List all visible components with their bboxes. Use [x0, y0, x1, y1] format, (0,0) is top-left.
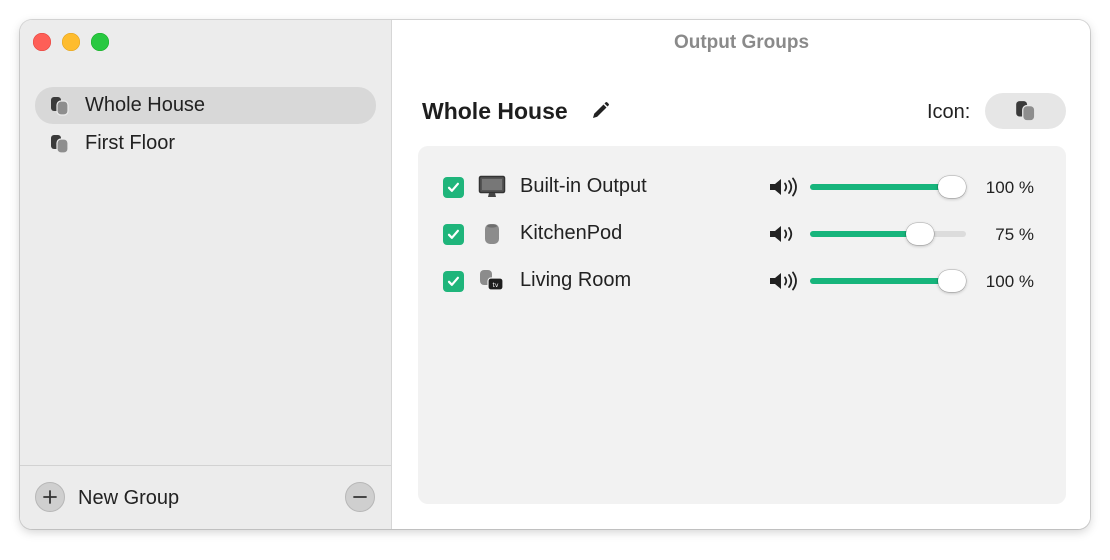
- detail-pane: Output Groups Whole House Icon: Built-in…: [393, 20, 1090, 529]
- minimize-window-button[interactable]: [62, 33, 80, 51]
- slider-knob[interactable]: [938, 176, 966, 198]
- checkmark-icon: [447, 182, 459, 192]
- speaker-volume-icon: [768, 176, 800, 198]
- sidebar-footer: New Group: [20, 465, 391, 529]
- slider-fill: [810, 184, 952, 190]
- homepod-group-icon: [49, 133, 71, 155]
- group-name-title: Whole House: [422, 98, 568, 124]
- volume-percentage: 75 %: [995, 225, 1034, 244]
- volume-slider[interactable]: [810, 222, 966, 246]
- output-name: Built-in Output: [520, 175, 647, 197]
- slider-fill: [810, 231, 920, 237]
- volume-slider[interactable]: [810, 175, 966, 199]
- speaker-volume-icon: [768, 223, 800, 245]
- group-item-label: Whole House: [85, 94, 206, 116]
- slider-knob[interactable]: [906, 223, 934, 245]
- group-list: Whole House First Floor: [35, 87, 376, 163]
- close-window-button[interactable]: [33, 33, 51, 51]
- sidebar: Whole House First Floor New Group: [20, 20, 392, 529]
- volume-percentage: 100 %: [985, 178, 1034, 197]
- minus-icon: [353, 496, 367, 498]
- window-title: Output Groups: [673, 32, 810, 53]
- homepod-appletv-icon: tv: [478, 268, 506, 294]
- output-name: KitchenPod: [520, 222, 623, 244]
- plus-icon: [43, 490, 57, 504]
- window-controls: [33, 33, 109, 51]
- group-item-label: First Floor: [85, 132, 175, 154]
- new-group-label[interactable]: New Group: [78, 487, 179, 510]
- icon-label: Icon:: [927, 101, 971, 123]
- outputs-list: Built-in Output 100 % KitchenPod 75 % tv…: [418, 146, 1066, 504]
- output-row: Built-in Output 100 %: [418, 172, 1066, 202]
- volume-slider[interactable]: [810, 269, 966, 293]
- homepod-group-icon: [1015, 101, 1035, 122]
- volume-percentage: 100 %: [985, 272, 1034, 291]
- slider-fill: [810, 278, 952, 284]
- group-item-whole-house[interactable]: Whole House: [35, 87, 376, 124]
- remove-group-button[interactable]: [345, 482, 375, 512]
- output-enabled-checkbox[interactable]: [443, 271, 464, 292]
- output-name: Living Room: [520, 269, 632, 291]
- icon-picker-button[interactable]: [985, 93, 1066, 129]
- checkmark-icon: [447, 276, 459, 286]
- group-item-first-floor[interactable]: First Floor: [35, 125, 376, 162]
- output-row: tv Living Room 100 %: [418, 266, 1066, 296]
- output-enabled-checkbox[interactable]: [443, 177, 464, 198]
- add-group-button[interactable]: [35, 482, 65, 512]
- homepod-group-icon: [49, 95, 71, 117]
- monitor-icon: [478, 174, 506, 200]
- speaker-volume-icon: [768, 270, 800, 292]
- output-row: KitchenPod 75 %: [418, 219, 1066, 249]
- rename-group-button[interactable]: [589, 100, 611, 122]
- zoom-window-button[interactable]: [91, 33, 109, 51]
- pencil-icon: [593, 102, 609, 118]
- homepod-icon: [478, 221, 506, 247]
- checkmark-icon: [447, 229, 459, 239]
- output-groups-window: Whole House First Floor New Group Output…: [20, 20, 1090, 529]
- slider-knob[interactable]: [938, 270, 966, 292]
- output-enabled-checkbox[interactable]: [443, 224, 464, 245]
- svg-text:tv: tv: [493, 282, 499, 289]
